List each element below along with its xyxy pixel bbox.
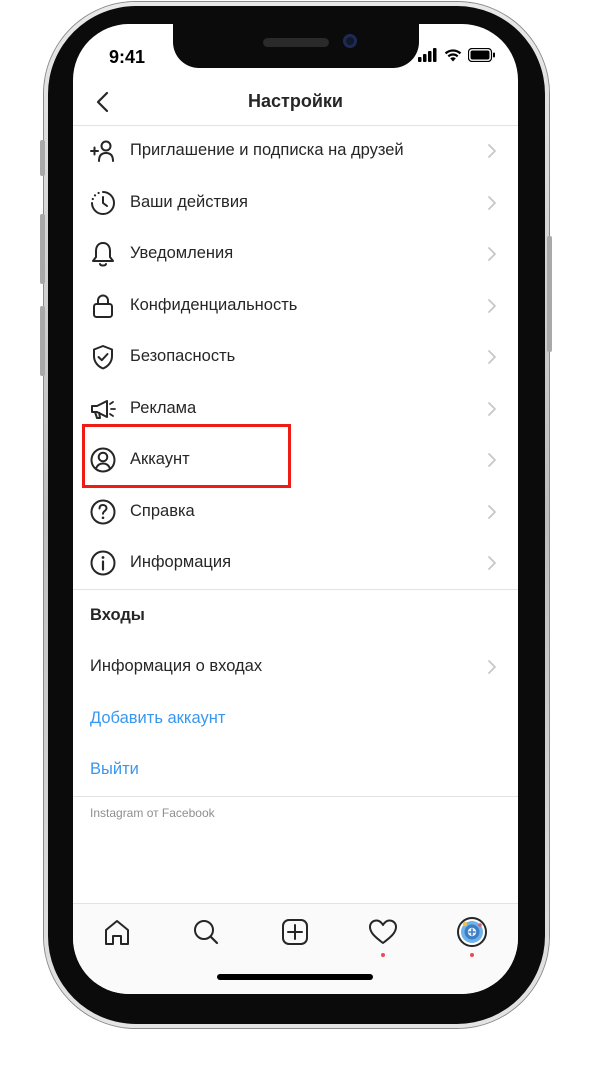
chevron-right-icon xyxy=(488,556,496,570)
chevron-right-icon xyxy=(488,195,496,210)
add-person-icon xyxy=(90,140,114,162)
home-indicator xyxy=(217,974,373,980)
chevron-right-icon xyxy=(488,247,496,261)
phone-screen: 9:41 Настройки Приглашение и подписка на… xyxy=(73,24,518,994)
logins-section-header: Входы xyxy=(73,590,518,642)
bell-icon xyxy=(92,242,114,267)
bottom-tab-bar xyxy=(73,903,518,994)
info-icon xyxy=(90,550,116,576)
menu-item-your-activity[interactable]: Ваши действия xyxy=(73,177,518,229)
login-info-label: Информация о входах xyxy=(90,657,263,675)
cellular-signal-icon xyxy=(418,48,437,62)
add-post-icon[interactable] xyxy=(277,914,313,950)
menu-item-label: Безопасность xyxy=(130,347,236,366)
mute-switch xyxy=(40,140,45,176)
add-account-link[interactable]: Добавить аккаунт xyxy=(73,693,518,745)
menu-item-notifications[interactable]: Уведомления xyxy=(73,228,518,280)
menu-item-label: Справка xyxy=(130,501,195,520)
menu-item-label: Приглашение и подписка на друзей xyxy=(130,141,404,160)
chevron-right-icon xyxy=(488,144,496,158)
volume-up-button xyxy=(40,214,45,284)
footer-note: Instagram от Facebook xyxy=(90,805,215,820)
home-icon[interactable] xyxy=(99,914,135,950)
front-camera xyxy=(343,34,357,48)
chevron-right-icon xyxy=(488,350,496,364)
power-button xyxy=(547,236,552,352)
logout-label: Выйти xyxy=(90,760,139,778)
search-icon[interactable] xyxy=(188,914,224,950)
lock-icon xyxy=(93,294,113,318)
menu-item-label: Ваши действия xyxy=(130,192,248,211)
account-highlight-box xyxy=(82,424,291,488)
menu-item-help[interactable]: Справка xyxy=(73,486,518,538)
menu-item-security[interactable]: Безопасность xyxy=(73,331,518,383)
menu-item-invite-friends[interactable]: Приглашение и подписка на друзей xyxy=(73,125,518,177)
profile-notification-dot xyxy=(470,953,474,957)
battery-icon xyxy=(468,48,495,62)
activity-clock-icon xyxy=(91,190,115,215)
page-title: Настройки xyxy=(248,91,343,111)
menu-item-label: Уведомления xyxy=(130,244,234,263)
chevron-right-icon xyxy=(488,298,496,313)
wifi-icon xyxy=(444,49,462,62)
chevron-right-icon xyxy=(488,453,496,467)
menu-item-label: Реклама xyxy=(130,398,197,417)
chevron-right-icon xyxy=(488,660,496,674)
megaphone-icon xyxy=(91,399,116,419)
add-account-label: Добавить аккаунт xyxy=(90,708,226,727)
menu-item-about[interactable]: Информация xyxy=(73,537,518,589)
menu-item-privacy[interactable]: Конфиденциальность xyxy=(73,280,518,332)
volume-down-button xyxy=(40,306,45,376)
section-title: Входы xyxy=(90,605,145,624)
status-time: 9:41 xyxy=(109,47,146,67)
chevron-right-icon xyxy=(488,401,496,416)
chevron-right-icon xyxy=(488,504,496,519)
menu-item-login-info[interactable]: Информация о входах xyxy=(73,641,518,693)
logout-link[interactable]: Выйти xyxy=(73,744,518,796)
header: Настройки xyxy=(73,79,518,126)
heart-icon[interactable] xyxy=(365,914,401,950)
shield-check-icon xyxy=(93,345,113,370)
status-icons xyxy=(418,48,496,62)
speaker xyxy=(263,38,329,47)
profile-avatar-icon[interactable] xyxy=(454,914,490,950)
help-question-icon xyxy=(90,499,116,524)
notch xyxy=(173,24,419,68)
activity-notification-dot xyxy=(381,953,385,957)
footer: Instagram от Facebook xyxy=(73,797,518,827)
menu-item-label: Конфиденциальность xyxy=(130,295,298,314)
menu-item-label: Информация xyxy=(130,553,232,572)
